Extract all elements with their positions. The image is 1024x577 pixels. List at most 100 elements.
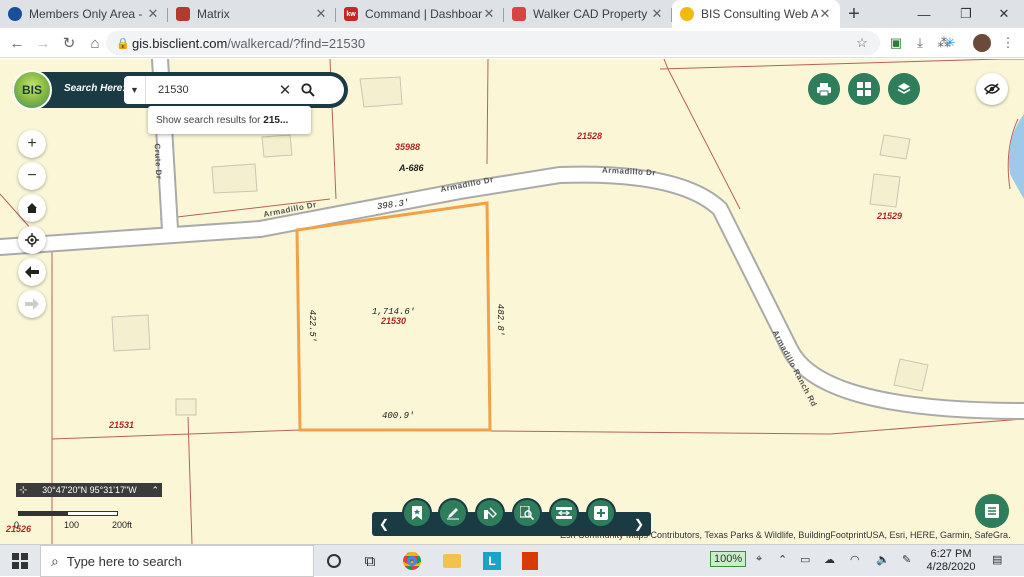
map-canvas[interactable]: 35988 A-686 21528 21529 21530 21531 2152… [0, 59, 1024, 544]
pointer-icon[interactable]: ⌖ [756, 553, 762, 566]
reload-icon[interactable]: ↻ [58, 32, 80, 54]
scale-label: 200ft [112, 520, 133, 530]
home-extent-button[interactable] [18, 194, 46, 222]
search-box: ▼ ✕ [124, 76, 344, 104]
bookmarks-button[interactable] [402, 498, 432, 528]
tab-walker-cad[interactable]: Walker CAD Property Searc ✕ [504, 0, 672, 28]
search-icon [520, 506, 534, 520]
notifications-icon[interactable]: ▤ [992, 553, 1002, 566]
tab-close-icon[interactable]: ✕ [650, 6, 664, 22]
network-icon[interactable]: ▭ [800, 553, 810, 566]
tab-title: BIS Consulting Web App [701, 7, 818, 21]
tab-close-icon[interactable]: ✕ [146, 6, 160, 22]
clear-search-icon[interactable]: ✕ [276, 81, 294, 99]
road-label: Crute Dr [152, 143, 164, 180]
printer-icon [817, 82, 831, 96]
react-extension-icon[interactable]: ✳ [940, 33, 960, 53]
forward-arrow-icon[interactable]: → [32, 32, 54, 54]
bis-logo: BIS [12, 70, 52, 110]
toolbar-prev-icon[interactable]: ❮ [376, 516, 392, 532]
app-l-icon[interactable]: L [480, 549, 504, 573]
volume-icon[interactable]: 🔈 [876, 553, 890, 566]
extension-icon[interactable]: ▣ [886, 33, 906, 53]
parcel-label: 21530 [381, 316, 407, 326]
parcel-label: 21531 [109, 420, 135, 430]
tray-expand-icon[interactable]: ⌃ [778, 553, 787, 566]
table-export-icon [556, 507, 572, 519]
address-bar: ← → ↻ ⌂ 🔒 gis.bisclient.com/walkercad/?f… [0, 28, 1024, 58]
url-host: gis.bisclient.com [132, 35, 228, 51]
draw-button[interactable] [438, 498, 468, 528]
results-list-button[interactable] [975, 494, 1009, 528]
next-extent-button[interactable] [18, 290, 46, 318]
zoom-out-button[interactable]: − [18, 162, 46, 190]
tab-bis-consulting[interactable]: BIS Consulting Web App ✕ [672, 0, 840, 28]
back-arrow-icon [25, 266, 39, 278]
office-icon[interactable] [518, 549, 542, 573]
search-type-dropdown[interactable]: ▼ [124, 76, 146, 104]
scale-label: 0 [14, 520, 20, 530]
previous-extent-button[interactable] [18, 258, 46, 286]
new-tab-button[interactable]: + [840, 0, 868, 28]
tab-close-icon[interactable]: ✕ [314, 6, 328, 22]
cortana-icon[interactable] [322, 549, 346, 573]
tab-matrix[interactable]: Matrix ✕ [168, 0, 336, 28]
map-attribution: Esri Community Maps Contributors, Texas … [560, 530, 1010, 540]
profile-avatar[interactable] [972, 33, 992, 53]
search-suggestion[interactable]: Show search results for 215... [148, 106, 311, 134]
search-label: Search Here: [64, 83, 126, 94]
collapse-icon[interactable]: ⌃ [151, 485, 159, 496]
add-data-button[interactable] [586, 498, 616, 528]
tab-close-icon[interactable]: ✕ [818, 6, 832, 22]
download-icon[interactable]: ⤓ [910, 33, 930, 53]
query-button[interactable] [512, 498, 542, 528]
task-view-icon[interactable]: ⧉ [358, 549, 382, 573]
home-icon[interactable]: ⌂ [84, 32, 106, 54]
window-close-icon[interactable]: ✕ [984, 0, 1024, 28]
chrome-icon[interactable] [400, 549, 424, 573]
url-field[interactable]: 🔒 gis.bisclient.com/walkercad/?find=2153… [106, 31, 880, 55]
bookmark-star-icon[interactable]: ☆ [852, 33, 872, 53]
wifi-icon[interactable]: ◠ [850, 553, 860, 566]
onedrive-icon[interactable]: ☁ [824, 553, 835, 566]
battery-indicator[interactable]: 100% [710, 551, 747, 567]
matrix-favicon-icon [176, 7, 190, 21]
measure-button[interactable] [475, 498, 505, 528]
tab-title: Walker CAD Property Searc [533, 7, 650, 21]
basemap-gallery-button[interactable] [848, 73, 880, 105]
file-explorer-icon[interactable] [440, 549, 464, 573]
back-arrow-icon[interactable]: ← [6, 32, 28, 54]
grid-icon [857, 82, 871, 96]
zoom-in-button[interactable]: + [18, 130, 46, 158]
tab-command-dashboard[interactable]: kw Command | Dashboard ✕ [336, 0, 504, 28]
windows-taskbar: ⌕ Type here to search ⧉ L 100% ⌖ ⌃ ▭ ☁ ◠… [0, 544, 1024, 577]
tab-title: Members Only Area - HAR [29, 7, 146, 21]
menu-icon[interactable]: ⋮ [998, 33, 1018, 53]
search-panel: BIS Search Here: ▼ ✕ [12, 70, 348, 110]
print-button[interactable] [808, 73, 840, 105]
parcel-label: 21528 [577, 131, 603, 141]
minimize-icon[interactable]: — [904, 0, 944, 28]
pen-icon[interactable]: ✎ [902, 553, 911, 566]
crosshair-icon[interactable]: ⊹ [19, 485, 27, 496]
toggle-visibility-button[interactable] [976, 73, 1008, 105]
tab-title: Matrix [197, 7, 230, 21]
scale-bar [18, 511, 118, 516]
layers-button[interactable] [888, 73, 920, 105]
system-clock[interactable]: 6:27 PM 4/28/2020 [920, 548, 982, 574]
area-label: 1,714.6' [372, 307, 416, 317]
browser-tab-bar: Members Only Area - HAR ✕ Matrix ✕ kw Co… [0, 0, 1024, 28]
tab-close-icon[interactable]: ✕ [482, 6, 496, 22]
search-input[interactable] [146, 79, 276, 101]
windows-start-icon[interactable] [8, 549, 32, 573]
locate-icon [25, 233, 39, 247]
dimension-label: 422.5' [307, 309, 318, 343]
search-icon[interactable] [294, 76, 322, 104]
taskbar-search-box[interactable]: ⌕ Type here to search [40, 545, 314, 577]
locate-button[interactable] [18, 226, 46, 254]
restore-icon[interactable]: ❐ [946, 0, 986, 28]
list-icon [985, 504, 999, 518]
tab-members-only[interactable]: Members Only Area - HAR ✕ [0, 0, 168, 28]
layers-icon [897, 83, 911, 94]
export-button[interactable] [549, 498, 579, 528]
